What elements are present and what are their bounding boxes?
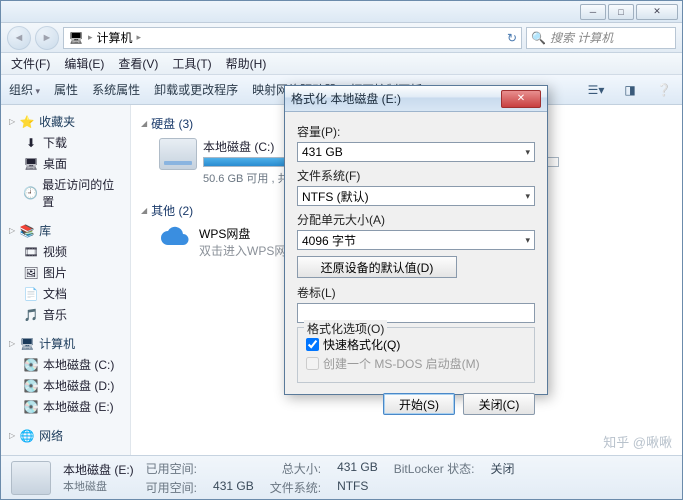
- forward-button[interactable]: ►: [35, 26, 59, 50]
- status-free-value: 431 GB: [213, 479, 254, 496]
- sidebar-drive-c[interactable]: 💽本地磁盘 (C:): [5, 354, 126, 375]
- status-used-label: 已用空间:: [146, 460, 197, 477]
- music-icon: 🎵: [23, 307, 39, 323]
- menu-tools[interactable]: 工具(T): [166, 53, 217, 74]
- status-bar: 本地磁盘 (E:) 本地磁盘 已用空间: 总大小: 431 GB BitLock…: [1, 455, 682, 499]
- sidebar-recent[interactable]: 🕘最近访问的位置: [5, 174, 126, 212]
- sidebar-pictures[interactable]: 🖼图片: [5, 262, 126, 283]
- preview-pane-icon[interactable]: ◨: [620, 80, 640, 100]
- sidebar-documents[interactable]: 📄文档: [5, 283, 126, 304]
- view-options-icon[interactable]: ☰▾: [586, 80, 606, 100]
- star-icon: ⭐: [19, 114, 35, 130]
- format-options-label: 格式化选项(O): [304, 320, 387, 337]
- video-icon: 🎞: [23, 244, 39, 260]
- status-drive-name: 本地磁盘 (E:): [63, 461, 134, 478]
- minimize-button[interactable]: ─: [580, 4, 606, 20]
- drive-icon: 💽: [23, 399, 39, 415]
- cloud-icon: [159, 225, 191, 253]
- menubar: 文件(F) 编辑(E) 查看(V) 工具(T) 帮助(H): [1, 53, 682, 75]
- system-properties-button[interactable]: 系统属性: [92, 81, 140, 98]
- search-icon: 🔍: [531, 31, 546, 45]
- format-dialog: 格式化 本地磁盘 (E:) ✕ 容量(P): 431 GB 文件系统(F) NT…: [284, 85, 548, 395]
- quick-format-checkbox[interactable]: 快速格式化(Q): [306, 336, 526, 353]
- dialog-title: 格式化 本地磁盘 (E:): [291, 90, 401, 107]
- allocation-label: 分配单元大小(A): [297, 211, 535, 228]
- back-button[interactable]: ◄: [7, 26, 31, 50]
- sidebar-drive-d[interactable]: 💽本地磁盘 (D:): [5, 375, 126, 396]
- properties-button[interactable]: 属性: [54, 81, 78, 98]
- msdos-boot-checkbox: 创建一个 MS-DOS 启动盘(M): [306, 355, 526, 372]
- organize-button[interactable]: 组织: [9, 81, 40, 98]
- sidebar-computer-header[interactable]: ▷🖥计算机: [5, 333, 126, 354]
- status-bitlocker-label: BitLocker 状态:: [394, 460, 475, 477]
- sidebar-libraries-header[interactable]: ▷📚库: [5, 220, 126, 241]
- recent-icon: 🕘: [23, 185, 38, 201]
- titlebar[interactable]: ─ □ ✕: [1, 1, 682, 23]
- format-options-group: 格式化选项(O) 快速格式化(Q) 创建一个 MS-DOS 启动盘(M): [297, 327, 535, 383]
- capacity-label: 容量(P):: [297, 123, 535, 140]
- filesystem-select[interactable]: NTFS (默认): [297, 186, 535, 206]
- network-icon: 🌐: [19, 428, 35, 444]
- status-fs-label: 文件系统:: [270, 479, 321, 496]
- menu-help[interactable]: 帮助(H): [220, 53, 273, 74]
- restore-defaults-button[interactable]: 还原设备的默认值(D): [297, 256, 457, 278]
- breadcrumb-location[interactable]: 计算机: [97, 29, 133, 46]
- desktop-icon: 🖥: [23, 156, 39, 172]
- search-box[interactable]: 🔍 搜索 计算机: [526, 27, 676, 49]
- capacity-select[interactable]: 431 GB: [297, 142, 535, 162]
- close-button[interactable]: 关闭(C): [463, 393, 535, 415]
- watermark: 知乎 @啾啾: [603, 432, 672, 451]
- picture-icon: 🖼: [23, 265, 39, 281]
- drive-icon: 💽: [23, 378, 39, 394]
- chevron-right-icon: ▸: [137, 32, 142, 43]
- status-total-label: 总大小:: [270, 460, 321, 477]
- explorer-window: ─ □ ✕ ◄ ► 🖥 ▸ 计算机 ▸ ↻ 🔍 搜索 计算机 文件(F) 编辑(…: [0, 0, 683, 500]
- sidebar-downloads[interactable]: ⬇下载: [5, 132, 126, 153]
- volume-label-label: 卷标(L): [297, 284, 535, 301]
- library-icon: 📚: [19, 223, 35, 239]
- sidebar-network-header[interactable]: ▷🌐网络: [5, 425, 126, 446]
- sidebar-videos[interactable]: 🎞视频: [5, 241, 126, 262]
- drive-icon: 💽: [23, 357, 39, 373]
- status-fs-value: NTFS: [337, 479, 378, 496]
- status-used-value: [213, 460, 254, 477]
- sidebar-music[interactable]: 🎵音乐: [5, 304, 126, 325]
- drive-icon: [159, 138, 197, 170]
- maximize-button[interactable]: □: [608, 4, 634, 20]
- window-close-button[interactable]: ✕: [636, 4, 678, 20]
- dialog-titlebar[interactable]: 格式化 本地磁盘 (E:) ✕: [285, 86, 547, 112]
- download-icon: ⬇: [23, 135, 39, 151]
- menu-file[interactable]: 文件(F): [5, 53, 56, 74]
- sidebar-favorites-header[interactable]: ▷⭐收藏夹: [5, 111, 126, 132]
- allocation-select[interactable]: 4096 字节: [297, 230, 535, 250]
- filesystem-label: 文件系统(F): [297, 167, 535, 184]
- menu-view[interactable]: 查看(V): [112, 53, 164, 74]
- status-drive-type: 本地磁盘: [63, 478, 134, 494]
- dialog-close-button[interactable]: ✕: [501, 90, 541, 108]
- chevron-right-icon: ▸: [88, 32, 93, 43]
- help-icon[interactable]: ❔: [654, 80, 674, 100]
- sidebar: ▷⭐收藏夹 ⬇下载 🖥桌面 🕘最近访问的位置 ▷📚库 🎞视频 🖼图片 📄文档 🎵…: [1, 105, 131, 455]
- uninstall-button[interactable]: 卸载或更改程序: [154, 81, 238, 98]
- sidebar-desktop[interactable]: 🖥桌面: [5, 153, 126, 174]
- status-total-value: 431 GB: [337, 460, 378, 477]
- menu-edit[interactable]: 编辑(E): [58, 53, 110, 74]
- status-bitlocker-value: 关闭: [490, 460, 514, 477]
- address-bar[interactable]: 🖥 ▸ 计算机 ▸ ↻: [63, 27, 522, 49]
- computer-icon: 🖥: [19, 336, 35, 352]
- start-button[interactable]: 开始(S): [383, 393, 455, 415]
- computer-icon: 🖥: [68, 30, 84, 46]
- navbar: ◄ ► 🖥 ▸ 计算机 ▸ ↻ 🔍 搜索 计算机: [1, 23, 682, 53]
- status-free-label: 可用空间:: [146, 479, 197, 496]
- document-icon: 📄: [23, 286, 39, 302]
- refresh-icon[interactable]: ↻: [507, 31, 517, 45]
- sidebar-drive-e[interactable]: 💽本地磁盘 (E:): [5, 396, 126, 417]
- drive-icon: [11, 461, 51, 495]
- search-placeholder: 搜索 计算机: [550, 29, 613, 46]
